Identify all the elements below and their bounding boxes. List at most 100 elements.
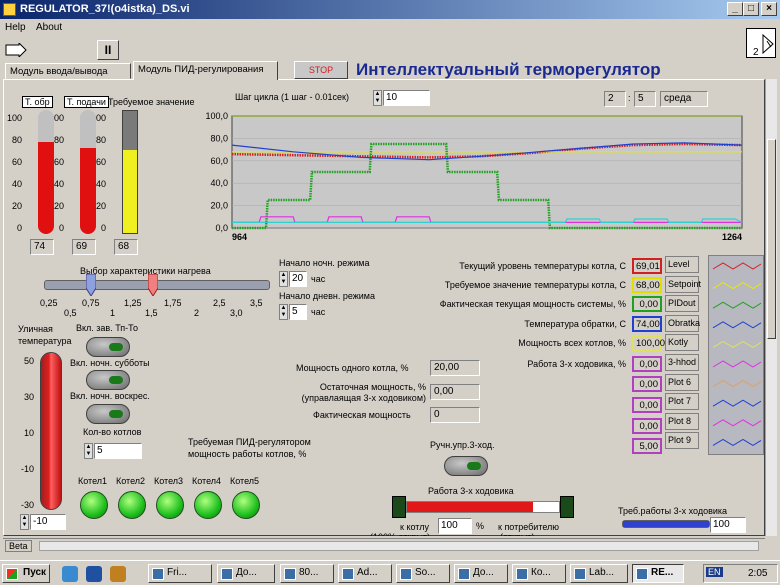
switch-toggle-1[interactable] xyxy=(86,337,130,357)
readout-label: Фактическая текущая мощность системы, % xyxy=(439,299,626,309)
switch-label-1: Вкл. зав. Тп-То xyxy=(76,323,138,333)
legend-item[interactable]: Plot 7 xyxy=(665,393,699,411)
task-button[interactable]: 80... xyxy=(280,564,334,583)
legend-item[interactable]: Plot 8 xyxy=(665,412,699,430)
task-button[interactable]: So... xyxy=(396,564,450,583)
beta-label: Beta xyxy=(5,540,32,552)
power-rest-value: 0,00 xyxy=(430,384,480,400)
chart-y-tick: 0,0 xyxy=(215,223,228,233)
boilers-count-spinner[interactable]: ▲ ▼ xyxy=(84,443,93,459)
boiler-led-2 xyxy=(118,491,146,519)
tab-pid-module[interactable]: Модуль ПИД-регулирования xyxy=(133,61,278,80)
legend-swatch xyxy=(712,282,762,290)
task-button[interactable]: Ad... xyxy=(338,564,392,583)
night-input[interactable]: 20 xyxy=(289,271,307,287)
app-icon xyxy=(516,568,528,580)
readout-value: 74,00 xyxy=(632,316,662,332)
req3-slider[interactable] xyxy=(622,520,710,528)
char-slider-thumb-red[interactable] xyxy=(147,273,159,297)
legend-item[interactable]: Plot 6 xyxy=(665,373,699,391)
task-label: Ко... xyxy=(531,567,551,578)
power-one-label: Мощность одного котла, % xyxy=(296,363,409,373)
start-button[interactable]: Пуск xyxy=(2,564,50,583)
task-button[interactable]: До... xyxy=(217,564,275,583)
task-button[interactable]: Ко... xyxy=(512,564,566,583)
quick-launch-icon[interactable] xyxy=(86,566,102,582)
char-tick-top-2: 0,75 xyxy=(82,298,100,308)
legend-item[interactable]: Plot 9 xyxy=(665,432,699,450)
char-slider-thumb-blue[interactable] xyxy=(85,273,97,297)
menu-help[interactable]: Help xyxy=(5,22,26,33)
char-tick-bot-2: 1 xyxy=(110,308,116,318)
switch-toggle-2[interactable] xyxy=(86,370,130,390)
horizontal-scrollbar[interactable] xyxy=(39,541,759,551)
system-tray: EN 2:05 xyxy=(703,564,778,583)
readout-label: Мощность всех котлов, % xyxy=(518,338,626,348)
task-button[interactable]: До... xyxy=(454,564,508,583)
window-title: REGULATOR_37!(o4istka)_DS.vi xyxy=(20,3,190,15)
weekday-display: среда xyxy=(660,91,708,107)
tab-io-module[interactable]: Модуль ввода/вывода xyxy=(5,63,131,79)
pid-power-label: Требуемая ПИД-регулятором мощность работ… xyxy=(188,437,311,459)
readout-value: 68,00 xyxy=(632,277,662,293)
night-unit: час xyxy=(311,274,326,284)
legend-item[interactable]: Setpoint xyxy=(665,275,701,293)
cycle-label: Шаг цикла (1 шаг - 0.01сек) xyxy=(235,92,349,102)
task-button[interactable]: RE... xyxy=(632,564,684,583)
legend-swatch xyxy=(712,340,762,348)
manual-3way-toggle[interactable] xyxy=(444,456,488,476)
req3-fill xyxy=(623,521,709,527)
stop-button[interactable]: STOP xyxy=(294,61,348,79)
street-input[interactable]: -10 xyxy=(30,514,66,530)
day-spinner[interactable]: ▲ ▼ xyxy=(279,304,288,320)
task-label: До... xyxy=(473,567,494,578)
boilers-count-input[interactable]: 5 xyxy=(94,443,142,459)
maximize-button[interactable]: □ xyxy=(743,2,759,16)
day-label: Начало дневн. режима xyxy=(279,291,375,301)
chart-y-tick: 60,0 xyxy=(210,156,228,166)
readout-value: 0,00 xyxy=(632,397,662,413)
boiler-label-5: Котел5 xyxy=(230,476,260,486)
pause-button[interactable]: II xyxy=(97,40,119,60)
app-icon xyxy=(152,568,164,580)
vertical-scrollbar[interactable] xyxy=(765,79,777,536)
readout-label: Текущий уровень температуры котла, С xyxy=(459,261,626,271)
power-actual-label: Фактическая мощность xyxy=(313,410,411,420)
task-button[interactable]: Lab... xyxy=(570,564,628,583)
char-tick-top-3: 1,25 xyxy=(124,298,142,308)
menu-bar: Help About xyxy=(0,19,780,37)
quick-launch-icon[interactable] xyxy=(110,566,126,582)
day-input[interactable]: 5 xyxy=(289,304,307,320)
minimize-button[interactable]: _ xyxy=(727,2,743,16)
close-button[interactable]: × xyxy=(761,2,777,16)
readout-value: 69,01 xyxy=(632,258,662,274)
menu-about[interactable]: About xyxy=(36,22,62,33)
night-spinner[interactable]: ▲ ▼ xyxy=(279,271,288,287)
language-indicator[interactable]: EN xyxy=(706,567,723,577)
req3-label: Треб.работы 3-х ходовика xyxy=(618,506,728,516)
legend-item[interactable]: Level xyxy=(665,256,699,273)
switch-toggle-3[interactable] xyxy=(86,404,130,424)
legend-item[interactable]: Kotly xyxy=(665,334,699,352)
legend-item[interactable]: 3-hhod xyxy=(665,354,699,371)
street-spinner[interactable]: ▲ ▼ xyxy=(20,514,29,530)
task-label: Ad... xyxy=(357,567,378,578)
street-thermometer xyxy=(40,352,62,510)
cycle-spinner[interactable]: ▲ ▼ xyxy=(373,90,382,106)
legend-item[interactable]: PIDout xyxy=(665,295,699,313)
boiler-led-1 xyxy=(80,491,108,519)
cycle-input[interactable]: 10 xyxy=(383,90,430,106)
page-title: Интеллектуальный терморегулятор xyxy=(356,60,661,79)
quick-launch-icon[interactable] xyxy=(62,566,78,582)
scrollbar-thumb[interactable] xyxy=(767,139,776,339)
readout-label: Работа 3-х ходовика, % xyxy=(527,359,626,369)
boiler-led-5 xyxy=(232,491,260,519)
chart-y-tick: 100,0 xyxy=(205,111,228,121)
chart-y-tick: 80,0 xyxy=(210,133,228,143)
legend-item[interactable]: Obratka xyxy=(665,314,700,332)
threeway-slider[interactable] xyxy=(392,496,574,518)
run-arrow-icon[interactable] xyxy=(5,41,27,59)
char-tick-top-4: 1,75 xyxy=(164,298,182,308)
char-tick-bot-4: 2 xyxy=(194,308,200,318)
task-button[interactable]: Fri... xyxy=(148,564,212,583)
